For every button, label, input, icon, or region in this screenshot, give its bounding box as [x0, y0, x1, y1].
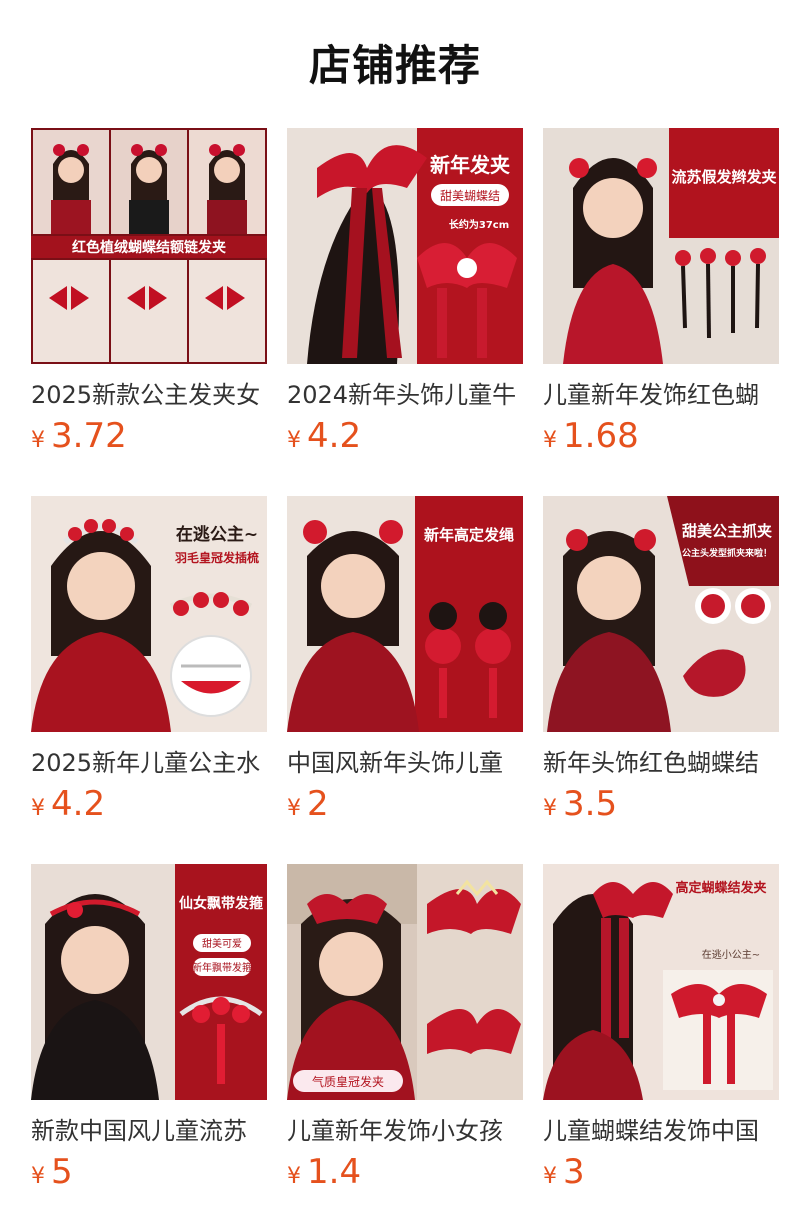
price-value: 5: [51, 1152, 73, 1192]
product-image[interactable]: 新年高定发绳: [287, 496, 523, 732]
product-price: ¥3.5: [543, 784, 779, 830]
price-value: 3.72: [51, 416, 127, 456]
price-value: 4.2: [307, 416, 362, 456]
currency-symbol: ¥: [287, 428, 301, 453]
product-image[interactable]: 气质皇冠发夹: [287, 864, 523, 1100]
image-caption: 新年发夹: [430, 153, 510, 177]
currency-symbol: ¥: [287, 1164, 301, 1189]
product-price: ¥4.2: [287, 416, 523, 462]
product-card[interactable]: 流苏假发辫发夹 儿童新年发饰红色蝴 ¥1.68: [543, 128, 779, 458]
product-price: ¥2: [287, 784, 523, 830]
product-price: ¥4.2: [31, 784, 267, 830]
product-image[interactable]: 红色植绒蝴蝶结额链发夹: [31, 128, 267, 364]
product-title[interactable]: 2025新款公主发夹女: [31, 378, 267, 412]
product-image[interactable]: 仙女飘带发箍 甜美可爱 新年飘带发箍: [31, 864, 267, 1100]
product-price: ¥3: [543, 1152, 779, 1198]
product-price: ¥1.68: [543, 416, 779, 462]
product-price: ¥5: [31, 1152, 267, 1198]
image-caption: 红色植绒蝴蝶结额链发夹: [72, 239, 226, 256]
price-value: 4.2: [51, 784, 106, 824]
product-title[interactable]: 新年头饰红色蝴蝶结: [543, 746, 779, 780]
recommendation-page: 店铺推荐 红色植绒蝴蝶结额链发夹 2025新款公主发夹女 ¥ 3.72 新年发夹…: [0, 0, 790, 1232]
image-caption: 新年飘带发箍: [192, 961, 252, 974]
image-caption: 羽毛皇冠发插梳: [175, 550, 259, 565]
price-value: 1.4: [307, 1152, 362, 1192]
image-caption: 在逃公主~: [176, 524, 258, 545]
product-price: ¥3.72: [31, 416, 267, 462]
product-card[interactable]: 仙女飘带发箍 甜美可爱 新年飘带发箍 新款中国风儿童流苏 ¥5: [31, 864, 267, 1194]
product-image[interactable]: 在逃公主~ 羽毛皇冠发插梳: [31, 496, 267, 732]
product-title[interactable]: 儿童新年发饰小女孩: [287, 1114, 523, 1148]
image-caption: 高定蝴蝶结发夹: [675, 880, 766, 896]
price-value: 3.5: [563, 784, 618, 824]
product-image[interactable]: 流苏假发辫发夹: [543, 128, 779, 364]
image-caption: 甜美可爱: [202, 937, 242, 950]
currency-symbol: ¥: [31, 796, 45, 821]
currency-symbol: ¥: [543, 1164, 557, 1189]
product-image[interactable]: 甜美公主抓夹 公主头发型抓夹来啦！: [543, 496, 779, 732]
product-card[interactable]: 高定蝴蝶结发夹 在逃小公主~ 儿童蝴蝶结发饰中国 ¥3: [543, 864, 779, 1194]
product-card[interactable]: 气质皇冠发夹 儿童新年发饰小女孩 ¥1.4: [287, 864, 523, 1194]
product-price: ¥1.4: [287, 1152, 523, 1198]
image-caption: 甜美蝴蝶结: [440, 188, 500, 203]
product-card[interactable]: 红色植绒蝴蝶结额链发夹 2025新款公主发夹女 ¥3.72: [31, 128, 267, 458]
price-value: 3: [563, 1152, 585, 1192]
image-caption: 在逃小公主~: [702, 948, 760, 961]
product-card[interactable]: 在逃公主~ 羽毛皇冠发插梳 2025新年儿童公主水 ¥4.2: [31, 496, 267, 826]
image-caption: 甜美公主抓夹: [682, 522, 772, 540]
product-title[interactable]: 儿童蝴蝶结发饰中国: [543, 1114, 779, 1148]
image-caption: 仙女飘带发箍: [179, 895, 263, 912]
currency-symbol: ¥: [287, 796, 301, 821]
image-caption: 流苏假发辫发夹: [671, 168, 776, 186]
currency-symbol: ¥: [543, 796, 557, 821]
image-caption: 公主头发型抓夹来啦！: [682, 547, 772, 559]
product-title[interactable]: 新款中国风儿童流苏: [31, 1114, 267, 1148]
section-title: 店铺推荐: [308, 41, 481, 90]
image-caption: 新年高定发绳: [424, 526, 514, 544]
price-value: 1.68: [563, 416, 639, 456]
product-title[interactable]: 中国风新年头饰儿童: [287, 746, 523, 780]
product-image[interactable]: 新年发夹 甜美蝴蝶结 长约为37cm: [287, 128, 523, 364]
product-image[interactable]: 高定蝴蝶结发夹 在逃小公主~: [543, 864, 779, 1100]
currency-symbol: ¥: [31, 1164, 45, 1189]
product-card[interactable]: 甜美公主抓夹 公主头发型抓夹来啦！ 新年头饰红色蝴蝶结 ¥3.5: [543, 496, 779, 826]
product-card[interactable]: 新年高定发绳 中国风新年头饰儿童 ¥2: [287, 496, 523, 826]
image-caption: 气质皇冠发夹: [312, 1074, 384, 1089]
image-caption: 长约为37cm: [449, 218, 509, 231]
product-card[interactable]: 新年发夹 甜美蝴蝶结 长约为37cm 2024新年头饰儿童牛 ¥4.2: [287, 128, 523, 458]
price-value: 2: [307, 784, 329, 824]
product-title[interactable]: 儿童新年发饰红色蝴: [543, 378, 779, 412]
product-title[interactable]: 2024新年头饰儿童牛: [287, 378, 523, 412]
currency-symbol: ¥: [31, 428, 45, 453]
currency-symbol: ¥: [543, 428, 557, 453]
product-title[interactable]: 2025新年儿童公主水: [31, 746, 267, 780]
